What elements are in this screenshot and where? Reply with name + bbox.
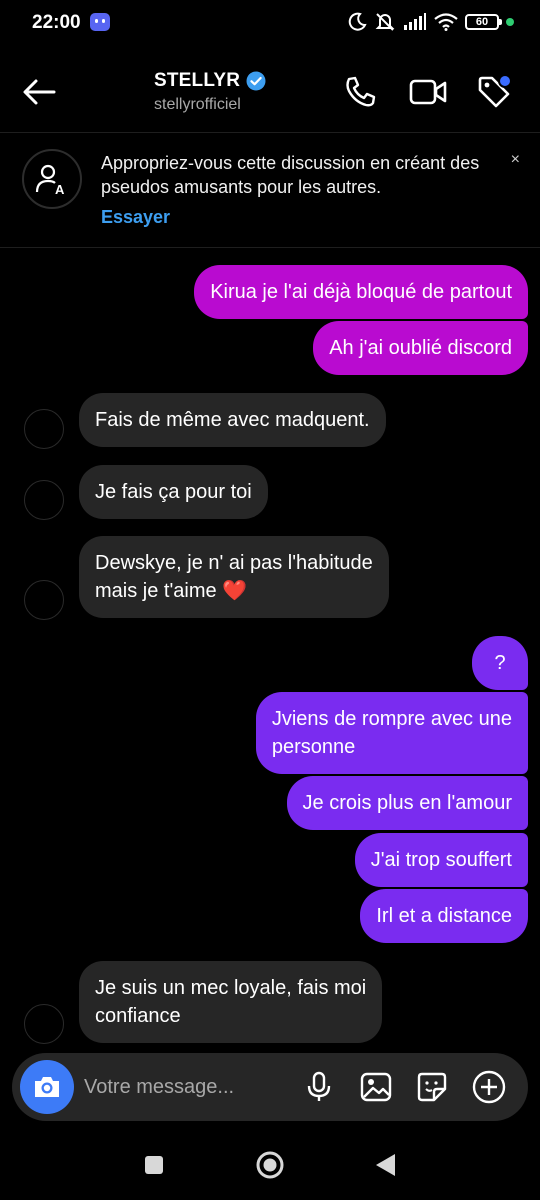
message-text: Ah j'ai oublié discord	[329, 337, 512, 359]
verified-badge-icon	[246, 71, 266, 91]
message-text: J'ai trop souffert	[370, 849, 512, 871]
nickname-icon-wrapper: A	[22, 149, 82, 209]
message-outgoing[interactable]: J'ai trop souffert	[354, 833, 528, 887]
message-text-line: confiance	[95, 1005, 181, 1027]
privacy-dot-indicator	[506, 18, 514, 26]
camera-button[interactable]	[20, 1060, 74, 1114]
arrow-left-icon	[23, 79, 56, 105]
message-incoming[interactable]: Je fais ça pour toi	[79, 465, 268, 519]
status-time: 22:00	[32, 12, 81, 33]
message-text-line: personne	[271, 736, 356, 758]
video-camera-icon	[409, 79, 447, 105]
plus-circle-icon	[472, 1070, 506, 1104]
chat-header: STELLYR stellyrofficiel	[0, 48, 540, 133]
message-text-line: Je suis un mec loyale, fais moi	[95, 977, 367, 999]
moon-icon	[348, 12, 367, 31]
gallery-button[interactable]	[359, 1070, 393, 1104]
home-button[interactable]	[255, 1150, 285, 1180]
sender-avatar[interactable]	[24, 480, 64, 520]
message-text-line: Dewskye, je n' ai pas l'habitude	[95, 552, 373, 574]
sticker-button[interactable]	[415, 1070, 449, 1104]
message-outgoing[interactable]: Kirua je l'ai déjà bloqué de partout	[194, 265, 528, 319]
mute-icon	[375, 13, 395, 31]
message-text: Irl et a distance	[376, 905, 512, 927]
back-button[interactable]	[20, 72, 60, 112]
message-text: Fais de même avec madquent.	[95, 409, 370, 431]
sender-avatar[interactable]	[24, 409, 64, 449]
chat-screen: 22:00 60 STELLYR stellyrofficiel A Appro…	[0, 0, 540, 1200]
message-outgoing[interactable]: ?	[472, 636, 528, 690]
camera-icon	[35, 1077, 59, 1097]
back-nav-button[interactable]	[370, 1150, 400, 1180]
svg-text:A: A	[55, 182, 65, 196]
phone-icon	[346, 76, 376, 107]
person-nickname-icon: A	[35, 164, 65, 196]
system-navigation-bar	[0, 1130, 540, 1200]
voice-message-button[interactable]	[302, 1070, 336, 1104]
circle-home-icon	[256, 1151, 284, 1179]
tag-button[interactable]	[474, 72, 514, 112]
message-text: Je fais ça pour toi	[95, 481, 252, 503]
wifi-icon	[434, 13, 458, 31]
message-incoming[interactable]: Fais de même avec madquent.	[79, 393, 386, 447]
voice-call-button[interactable]	[340, 72, 380, 112]
try-button[interactable]: Essayer	[101, 207, 170, 228]
message-composer	[12, 1053, 528, 1121]
message-outgoing[interactable]: Jviens de rompre avec une personne	[255, 692, 528, 774]
message-text: ?	[494, 652, 506, 674]
message-text-line: mais je t'aime ❤️	[95, 580, 248, 602]
video-call-button[interactable]	[408, 72, 448, 112]
close-banner-button[interactable]: ×	[511, 151, 520, 169]
message-text: Je crois plus en l'amour	[302, 792, 512, 814]
message-outgoing[interactable]: Irl et a distance	[360, 889, 528, 943]
banner-message: Appropriez-vous cette discussion en créa…	[101, 153, 480, 197]
status-bar: 22:00 60	[0, 0, 540, 48]
sender-avatar[interactable]	[24, 580, 64, 620]
message-text-line: Jviens de rompre avec une	[271, 708, 512, 730]
contact-handle[interactable]: stellyrofficiel	[154, 96, 241, 114]
contact-name: STELLYR	[154, 70, 241, 91]
more-options-button[interactable]	[472, 1070, 506, 1104]
recents-button[interactable]	[139, 1150, 169, 1180]
contact-info[interactable]: STELLYR	[154, 70, 266, 92]
battery-icon: 60	[465, 14, 502, 30]
message-text: Kirua je l'ai déjà bloqué de partout	[210, 281, 512, 303]
message-incoming[interactable]: Je suis un mec loyale, fais moi confianc…	[79, 961, 383, 1043]
sender-avatar[interactable]	[24, 1004, 64, 1044]
microphone-icon	[307, 1071, 331, 1101]
signal-icon	[404, 13, 426, 30]
discord-notification-icon	[90, 13, 110, 31]
triangle-back-icon	[376, 1154, 395, 1176]
nickname-banner: A Appropriez-vous cette discussion en cr…	[0, 133, 540, 248]
message-incoming[interactable]: Dewskye, je n' ai pas l'habitude mais je…	[79, 536, 389, 618]
message-outgoing[interactable]: Je crois plus en l'amour	[286, 776, 528, 830]
message-input[interactable]	[84, 1071, 284, 1103]
sticker-icon	[417, 1072, 447, 1102]
notification-dot	[498, 74, 512, 88]
image-icon	[360, 1072, 392, 1102]
message-outgoing[interactable]: Ah j'ai oublié discord	[313, 321, 528, 375]
status-icons: 60	[347, 12, 514, 32]
square-icon	[145, 1156, 163, 1174]
